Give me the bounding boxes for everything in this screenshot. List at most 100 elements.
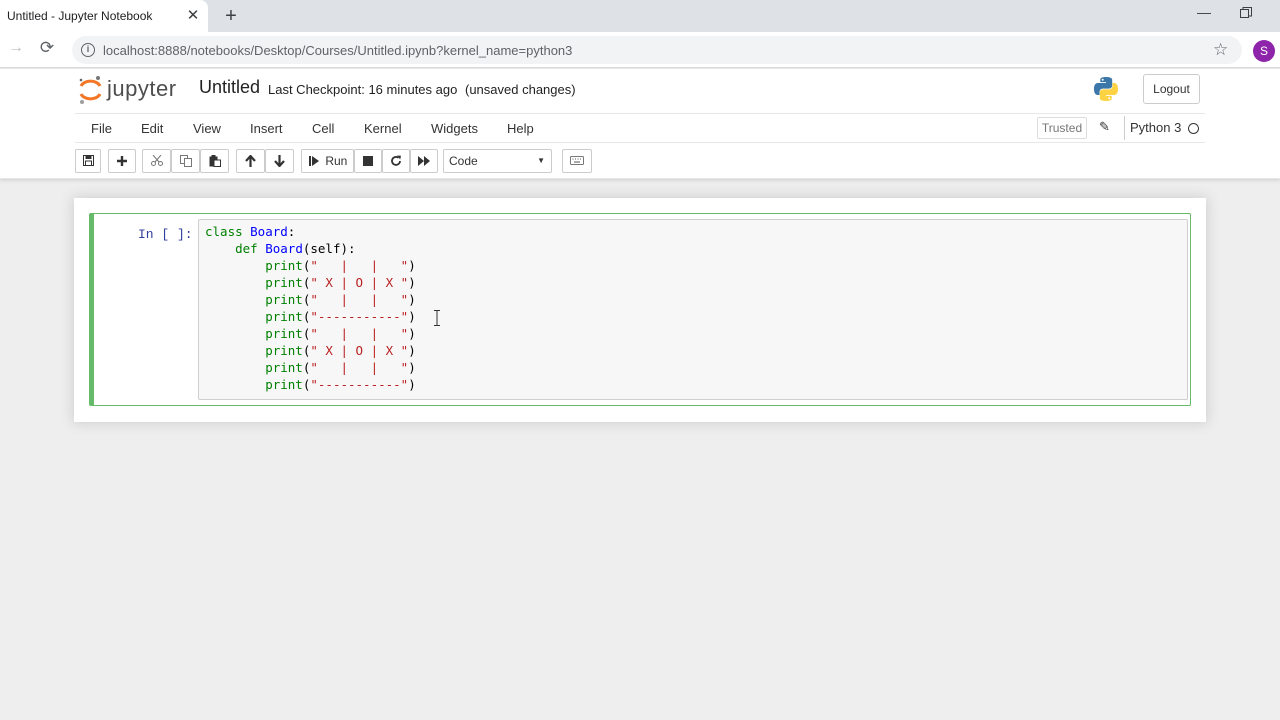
code-line[interactable]: def Board(self): xyxy=(205,240,356,257)
step-forward-icon xyxy=(309,155,319,166)
notebook-container: In [ ]: class Board: def Board(self): pr… xyxy=(74,198,1206,422)
code-line[interactable]: print(" | | ") xyxy=(205,291,416,308)
fast-forward-icon xyxy=(417,155,430,166)
star-icon[interactable]: ☆ xyxy=(1213,40,1228,60)
interrupt-button[interactable] xyxy=(354,149,382,173)
code-token: ) xyxy=(408,258,416,273)
code-line[interactable]: class Board: xyxy=(205,223,295,240)
trusted-badge[interactable]: Trusted xyxy=(1037,117,1087,139)
cut-icon xyxy=(150,155,163,167)
restart-run-all-button[interactable] xyxy=(410,149,438,173)
code-token: ) xyxy=(408,292,416,307)
address-bar[interactable]: i localhost:8888/notebooks/Desktop/Cours… xyxy=(72,36,1242,64)
url-text[interactable]: localhost:8888/notebooks/Desktop/Courses… xyxy=(103,43,572,58)
code-line[interactable]: print("-----------") xyxy=(205,308,416,325)
code-line[interactable]: print(" X | O | X ") xyxy=(205,274,416,291)
paste-button[interactable] xyxy=(200,149,229,173)
profile-avatar[interactable]: S xyxy=(1253,40,1275,62)
reload-icon[interactable]: ⟳ xyxy=(37,38,57,58)
menu-edit[interactable]: Edit xyxy=(141,121,163,136)
python-logo xyxy=(1094,77,1118,101)
code-token: def xyxy=(205,241,266,256)
new-tab-button[interactable]: + xyxy=(220,5,242,27)
menu-widgets[interactable]: Widgets xyxy=(431,121,478,136)
code-token: Board xyxy=(250,224,288,239)
checkpoint-status: Last Checkpoint: 16 minutes ago xyxy=(268,82,458,97)
save-button[interactable] xyxy=(75,149,101,173)
code-token: ) xyxy=(408,275,416,290)
keyboard-icon xyxy=(570,156,584,166)
insert-cell-button[interactable] xyxy=(108,149,136,173)
logout-button[interactable]: Logout xyxy=(1143,74,1200,104)
move-down-button[interactable] xyxy=(265,149,294,173)
code-line[interactable]: print(" X | O | X ") xyxy=(205,342,416,359)
jupyter-logo[interactable]: jupyter xyxy=(78,75,188,105)
code-line[interactable]: print(" | | ") xyxy=(205,325,416,342)
run-label: Run xyxy=(325,154,348,168)
paste-icon xyxy=(209,154,221,167)
code-token: class xyxy=(205,224,251,239)
menu-help[interactable]: Help xyxy=(507,121,534,136)
menu-cell[interactable]: Cell xyxy=(312,121,334,136)
code-token: print xyxy=(205,309,303,324)
restore-window-icon[interactable] xyxy=(1240,7,1252,19)
tab-title: Untitled - Jupyter Notebook xyxy=(7,9,153,23)
cell-type-select[interactable]: Code ▼ xyxy=(443,149,552,173)
code-token: ) xyxy=(408,309,416,324)
code-line[interactable]: print("-----------") xyxy=(205,376,416,393)
code-cell[interactable]: In [ ]: class Board: def Board(self): pr… xyxy=(89,213,1191,406)
menubar: File Edit View Insert Cell Kernel Widget… xyxy=(75,113,1205,143)
code-token: ) xyxy=(408,377,416,392)
pencil-icon[interactable]: ✎ xyxy=(1099,119,1110,135)
code-token: print xyxy=(205,377,303,392)
arrow-up-icon xyxy=(245,154,256,167)
menu-insert[interactable]: Insert xyxy=(250,121,283,136)
forward-arrow-icon[interactable]: → xyxy=(7,39,25,59)
cut-button[interactable] xyxy=(142,149,171,173)
code-token: "-----------" xyxy=(310,309,409,324)
restart-icon xyxy=(391,155,401,166)
code-token: ) xyxy=(408,343,416,358)
code-token: print xyxy=(205,343,303,358)
code-token: print xyxy=(205,292,303,307)
plus-icon xyxy=(117,155,127,166)
code-token: " X | O | X " xyxy=(310,275,409,290)
code-token: ) xyxy=(408,360,416,375)
code-token: (self): xyxy=(302,241,356,256)
logo-text: jupyter xyxy=(107,76,177,101)
code-token: " | | " xyxy=(310,292,409,307)
stop-icon xyxy=(363,155,373,166)
arrow-down-icon xyxy=(274,154,285,167)
command-palette-button[interactable] xyxy=(562,149,592,173)
input-prompt: In [ ]: xyxy=(138,227,193,242)
code-token: " X | O | X " xyxy=(310,343,409,358)
menu-kernel[interactable]: Kernel xyxy=(364,121,402,136)
menu-file[interactable]: File xyxy=(91,121,112,136)
close-icon[interactable]: ✕ xyxy=(184,7,202,25)
code-editor[interactable]: class Board: def Board(self): print(" | … xyxy=(198,219,1188,400)
restart-button[interactable] xyxy=(382,149,410,173)
info-icon[interactable]: i xyxy=(81,43,95,57)
code-token: Board xyxy=(265,241,303,256)
code-token: print xyxy=(205,275,303,290)
kernel-name[interactable]: Python 3 xyxy=(1124,116,1181,140)
code-token: " | | " xyxy=(310,360,409,375)
caret-down-icon: ▼ xyxy=(537,156,545,165)
code-line[interactable]: print(" | | ") xyxy=(205,257,416,274)
browser-toolbar: → ⟳ i localhost:8888/notebooks/Desktop/C… xyxy=(0,32,1280,68)
move-up-button[interactable] xyxy=(236,149,265,173)
browser-tab[interactable]: Untitled - Jupyter Notebook ✕ xyxy=(0,0,208,32)
text-cursor-icon xyxy=(434,310,440,326)
copy-button[interactable] xyxy=(171,149,200,173)
code-token: ) xyxy=(408,326,416,341)
code-token: "-----------" xyxy=(310,377,409,392)
jupyter-logo-icon xyxy=(79,76,102,104)
code-token: print xyxy=(205,360,303,375)
kernel-idle-indicator xyxy=(1188,123,1199,134)
notebook-title[interactable]: Untitled xyxy=(199,77,260,98)
menu-view[interactable]: View xyxy=(193,121,221,136)
autosave-status: (unsaved changes) xyxy=(465,82,576,97)
run-button[interactable]: Run xyxy=(301,149,354,173)
minimize-icon[interactable]: — xyxy=(1192,4,1216,24)
code-line[interactable]: print(" | | ") xyxy=(205,359,416,376)
